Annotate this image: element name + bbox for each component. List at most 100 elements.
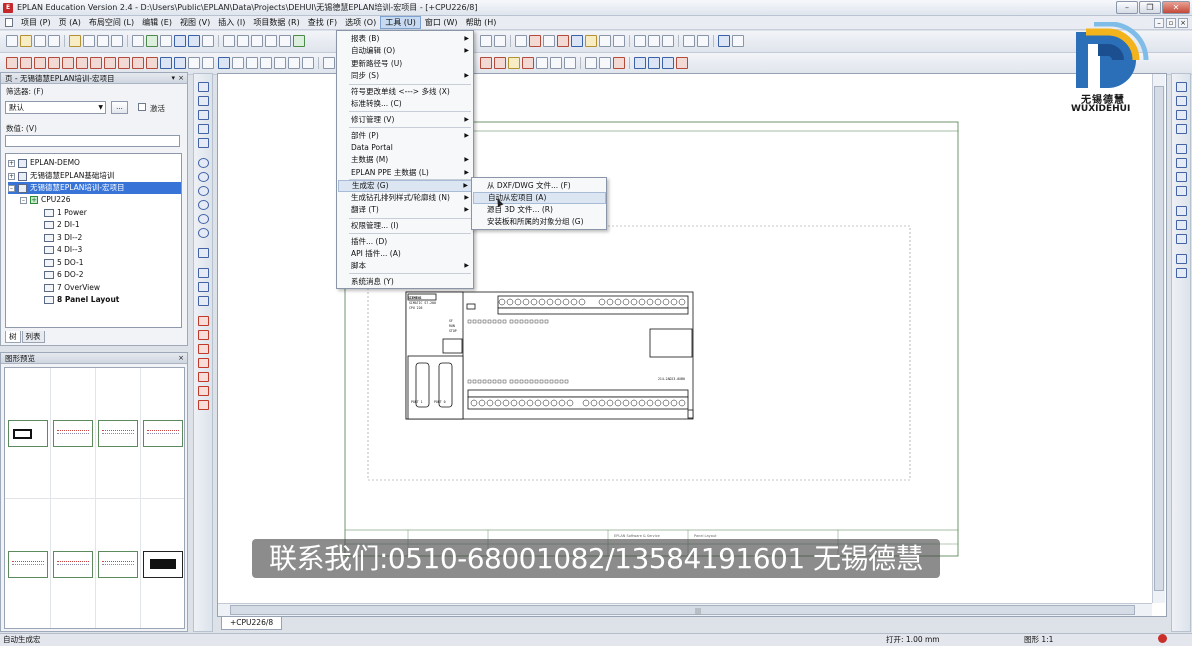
zoom-window-icon[interactable] bbox=[237, 35, 249, 47]
paste-icon[interactable] bbox=[111, 35, 123, 47]
rectangle-icon[interactable] bbox=[198, 124, 209, 134]
menu-item-reports[interactable]: 报表 (B) ▶ bbox=[338, 33, 473, 45]
menu-item-scripts[interactable]: 脚本 ▶ bbox=[338, 260, 473, 272]
fill-icon[interactable] bbox=[536, 57, 548, 69]
menu-item-master-data[interactable]: 主数据 (M) ▶ bbox=[338, 154, 473, 166]
menu-item-rights-management[interactable]: 权限管理... (I) bbox=[338, 220, 473, 232]
arc-icon[interactable] bbox=[198, 186, 209, 196]
menu-item-update-path[interactable]: 更新路径号 (U) bbox=[338, 58, 473, 70]
sector-icon[interactable] bbox=[198, 214, 209, 224]
parts-icon[interactable] bbox=[732, 35, 744, 47]
connect-icon[interactable] bbox=[571, 35, 583, 47]
hyperlink-icon[interactable] bbox=[198, 296, 209, 306]
cart-icon[interactable] bbox=[718, 35, 730, 47]
menu-help[interactable]: 帮助 (H) bbox=[462, 16, 501, 29]
menu-project-data[interactable]: 项目数据 (R) bbox=[249, 16, 303, 29]
page-thumbnail[interactable] bbox=[53, 420, 93, 447]
shield-icon[interactable] bbox=[132, 57, 144, 69]
bus-icon[interactable] bbox=[613, 35, 625, 47]
grid-c-icon[interactable] bbox=[543, 35, 555, 47]
tree-item-page[interactable]: 1 Power bbox=[44, 207, 87, 219]
tree-item-structure[interactable]: – + CPU226 bbox=[20, 194, 71, 206]
rectangle-center-icon[interactable] bbox=[198, 138, 209, 148]
potential-icon[interactable] bbox=[76, 57, 88, 69]
menu-item-system-messages[interactable]: 系统消息 (Y) bbox=[338, 276, 473, 288]
tree-item-page[interactable]: 4 DI--3 bbox=[44, 244, 82, 256]
jumper-icon[interactable] bbox=[494, 57, 506, 69]
document-icon[interactable] bbox=[5, 18, 13, 27]
dimension-radius-icon[interactable] bbox=[198, 400, 209, 410]
restore-button[interactable]: ❐ bbox=[1139, 1, 1161, 14]
line-icon[interactable] bbox=[198, 82, 209, 92]
terminal-strip-icon[interactable] bbox=[480, 57, 492, 69]
menu-item-single-multi-line[interactable]: 符号更改单线 <---> 多线 (X) bbox=[338, 86, 473, 98]
copy-icon[interactable] bbox=[97, 35, 109, 47]
circle-icon[interactable] bbox=[198, 158, 209, 168]
menu-edit[interactable]: 编辑 (E) bbox=[138, 16, 176, 29]
tree-item-page[interactable]: 7 OverView bbox=[44, 282, 100, 294]
box-icon[interactable] bbox=[160, 57, 172, 69]
delete-mark-icon[interactable] bbox=[676, 57, 688, 69]
new-icon[interactable] bbox=[6, 35, 18, 47]
hatch-icon[interactable] bbox=[550, 57, 562, 69]
pen-icon[interactable] bbox=[160, 35, 172, 47]
grid-a-icon[interactable] bbox=[515, 35, 527, 47]
pointer-icon[interactable] bbox=[557, 35, 569, 47]
menu-layout-space[interactable]: 布局空间 (L) bbox=[85, 16, 138, 29]
panel-page-icon[interactable] bbox=[232, 57, 244, 69]
tree-item-page[interactable]: 6 DO-2 bbox=[44, 269, 84, 281]
dimension-incremental-icon[interactable] bbox=[198, 372, 209, 382]
ellipse-icon[interactable] bbox=[198, 228, 209, 238]
dimension-aligned-icon[interactable] bbox=[198, 330, 209, 340]
corner-icon[interactable] bbox=[6, 57, 18, 69]
snap-icon[interactable] bbox=[494, 35, 506, 47]
circle-3pt-icon[interactable] bbox=[198, 172, 209, 182]
plc-box-icon[interactable] bbox=[508, 57, 520, 69]
menu-item-revision[interactable]: 修订管理 (V) ▶ bbox=[338, 114, 473, 126]
select-icon[interactable] bbox=[218, 57, 230, 69]
arc-3pt-icon[interactable] bbox=[198, 200, 209, 210]
tree-item-page-current[interactable]: 8 Panel Layout bbox=[44, 294, 119, 306]
dimension-chain-icon[interactable] bbox=[198, 344, 209, 354]
menu-item-translate[interactable]: 翻译 (T) ▶ bbox=[338, 204, 473, 216]
macro-icon[interactable] bbox=[188, 57, 200, 69]
dimension-linear-icon[interactable] bbox=[198, 316, 209, 326]
diagonal-icon[interactable] bbox=[1176, 268, 1187, 278]
page-icon[interactable] bbox=[223, 35, 235, 47]
print-icon[interactable] bbox=[48, 35, 60, 47]
doc-close-button[interactable]: × bbox=[1178, 18, 1188, 28]
cross-icon[interactable] bbox=[48, 57, 60, 69]
menu-view[interactable]: 视图 (V) bbox=[176, 16, 214, 29]
collapse-icon[interactable] bbox=[697, 35, 709, 47]
page-thumbnail[interactable] bbox=[53, 551, 93, 578]
menu-options[interactable]: 选项 (O) bbox=[341, 16, 380, 29]
arrow-select-icon[interactable] bbox=[634, 57, 646, 69]
text-icon[interactable] bbox=[198, 268, 209, 278]
vertical-scrollbar[interactable] bbox=[1152, 74, 1165, 603]
collapse-icon[interactable]: – bbox=[8, 184, 15, 192]
branch-left-icon[interactable] bbox=[1176, 172, 1187, 182]
submenu-item-from-3d[interactable]: 源自 3D 文件... (R) bbox=[473, 204, 606, 216]
page-thumbnail[interactable] bbox=[98, 420, 138, 447]
corner-down-icon[interactable] bbox=[1176, 110, 1187, 120]
panel-close-icon[interactable]: × bbox=[178, 353, 184, 364]
menu-item-auto-edit[interactable]: 自动编辑 (O) ▶ bbox=[338, 45, 473, 57]
corner-up-icon[interactable] bbox=[1176, 124, 1187, 134]
submenu-item-mounting-plate-group[interactable]: 安装板和所属的对象分组 (G) bbox=[473, 216, 606, 228]
grid-b-icon[interactable] bbox=[529, 35, 541, 47]
mounting-plate-icon[interactable] bbox=[246, 57, 258, 69]
break-icon[interactable] bbox=[1176, 254, 1187, 264]
activate-checkbox[interactable] bbox=[138, 103, 146, 111]
tree-item-project-selected[interactable]: – 无锡德慧EPLAN培训-宏项目 bbox=[8, 182, 181, 194]
double-bar-icon[interactable] bbox=[599, 57, 611, 69]
expand-icon[interactable]: + bbox=[8, 172, 15, 180]
spline-icon[interactable] bbox=[198, 248, 209, 258]
terminal-icon[interactable] bbox=[90, 57, 102, 69]
display-icon[interactable] bbox=[279, 35, 291, 47]
table-icon[interactable] bbox=[599, 35, 611, 47]
cut-icon[interactable] bbox=[83, 35, 95, 47]
corner-right-icon[interactable] bbox=[1176, 82, 1187, 92]
align-icon[interactable] bbox=[662, 35, 674, 47]
flag-icon[interactable] bbox=[613, 57, 625, 69]
filter-browse-button[interactable]: ... bbox=[111, 101, 128, 114]
